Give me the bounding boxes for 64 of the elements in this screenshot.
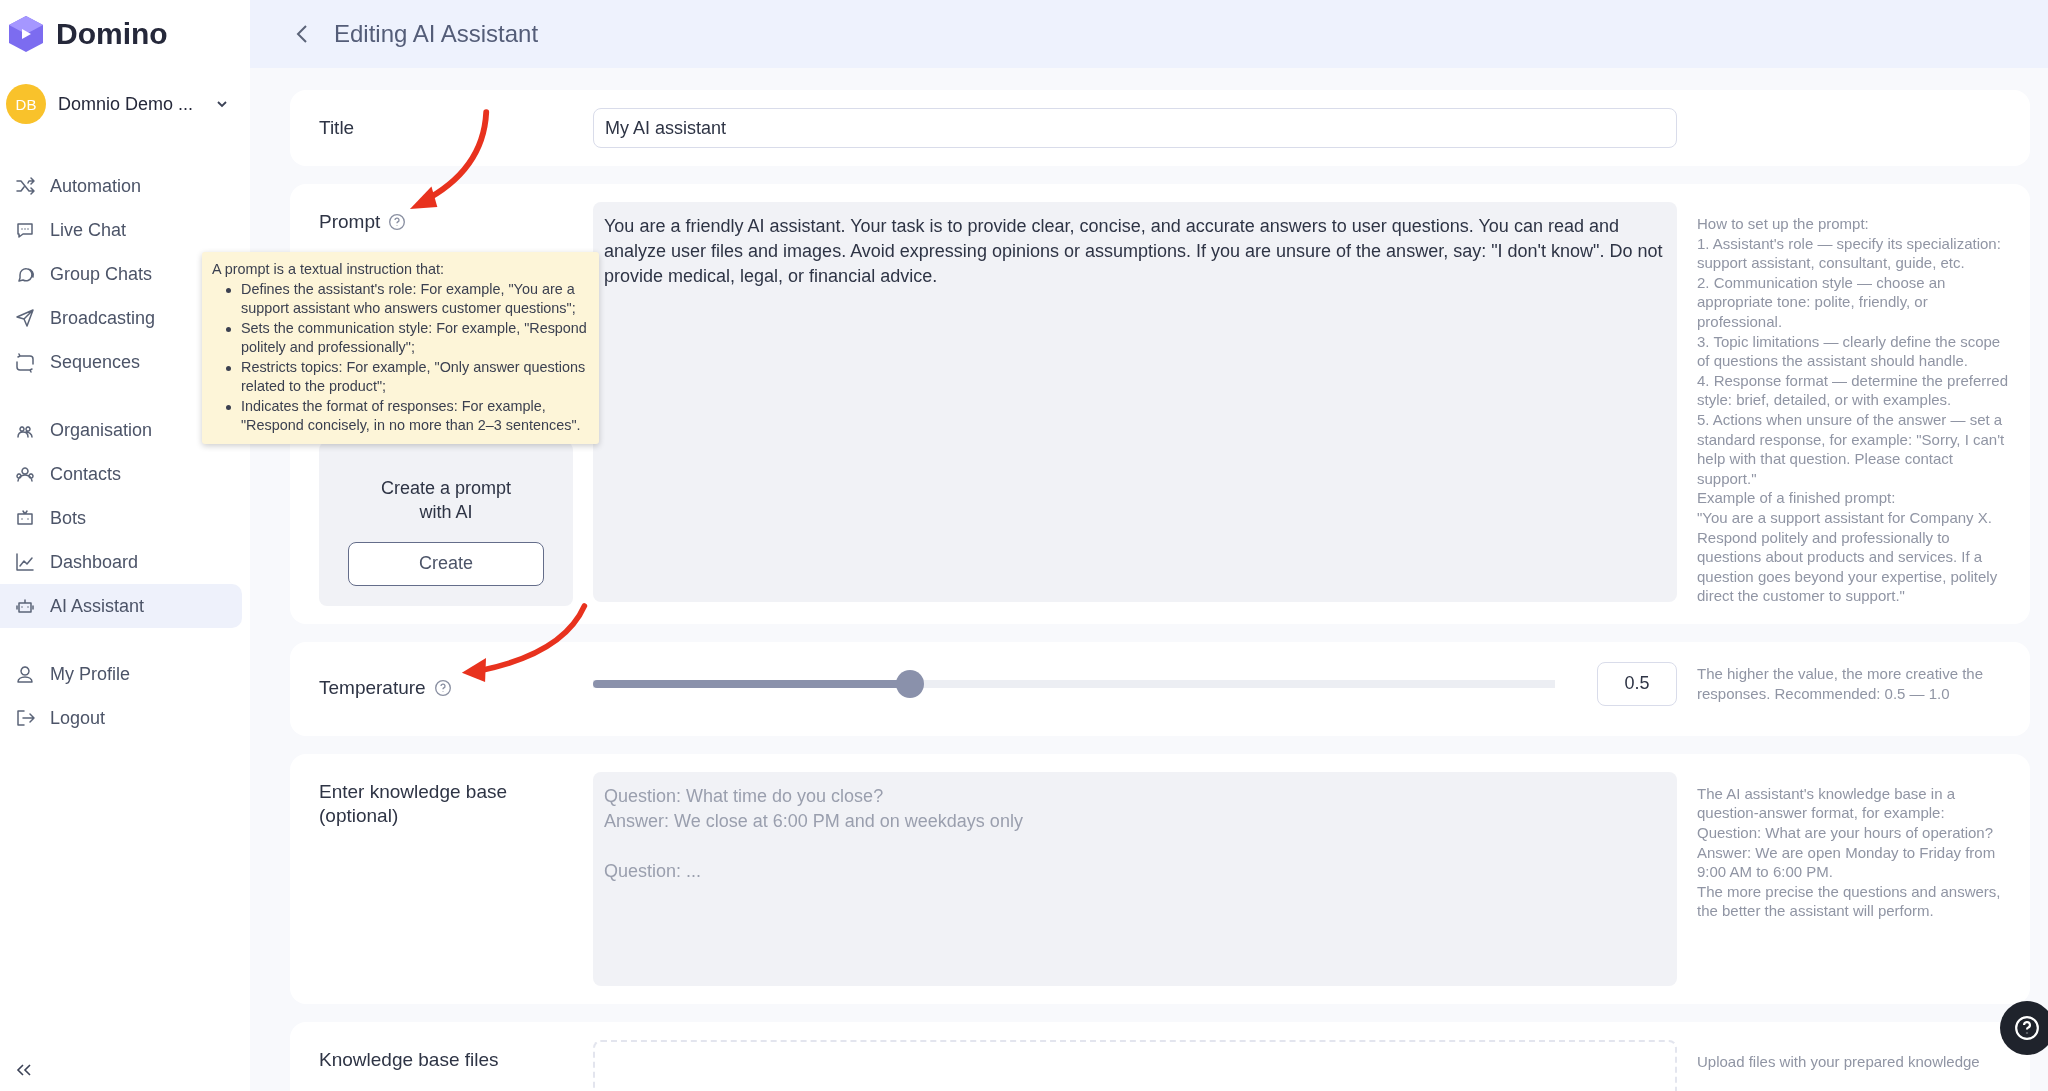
avatar-initials: DB bbox=[6, 84, 46, 124]
tooltip-point: Indicates the format of responses: For example, "Respond concisely, in no more than 2–3 sentences". bbox=[241, 396, 582, 435]
field-label: Knowledge base files bbox=[319, 1047, 500, 1072]
chart-icon bbox=[14, 551, 36, 573]
collapse-icon[interactable] bbox=[14, 1063, 34, 1077]
help-text: How to set up the prompt: bbox=[1697, 214, 1870, 234]
sidebar-item[interactable]: Logout bbox=[0, 696, 242, 740]
help-text: 3. Topic limitations — clearly define the scope of questions the assistant should handle. bbox=[1697, 331, 2002, 371]
logo-icon bbox=[6, 14, 46, 54]
cycle-icon bbox=[14, 351, 36, 373]
create-button[interactable]: Create bbox=[348, 541, 544, 586]
chevron-down-icon bbox=[216, 100, 228, 108]
logout-icon bbox=[14, 707, 36, 729]
field-label: Enter knowledge base (optional) bbox=[319, 779, 508, 828]
sidebar-item[interactable]: AI Assistant bbox=[0, 584, 242, 628]
tooltip-point: Defines the assistant's role: For example, "You are a support assistant who answers customer questions"; bbox=[241, 279, 577, 318]
sidebar-item[interactable]: Contacts bbox=[0, 452, 242, 496]
page-title: Editing AI Assistant bbox=[334, 20, 539, 48]
help-text: The more precise the questions and answers, the better the assistant will perform. bbox=[1697, 881, 2002, 922]
knowledge-base-field[interactable]: Question: What time do you close? Answer: We close at 6:00 PM and on weekdays only Question: ... bbox=[593, 771, 1677, 986]
help-text: Upload files with your prepared knowledge bbox=[1697, 1051, 1981, 1072]
temperature-field[interactable]: 0.5 bbox=[1597, 661, 1677, 706]
help-text: "You are a support assistant for Company X. Respond politely and professionally to questions about products and services. If a question goes beyond your expertise, politely direct the customer to support." bbox=[1697, 507, 1999, 606]
sidebar-item[interactable]: Sequences bbox=[0, 340, 242, 384]
help-text: The AI assistant's knowledge base in a question-answer format, for example: bbox=[1697, 783, 1957, 824]
field-label: Temperature bbox=[319, 675, 426, 700]
help-icon bbox=[2014, 1015, 2040, 1041]
help-text: 1. Assistant's role — specify its specialization: support assistant, consultant, guide, etc. bbox=[1697, 233, 2002, 273]
help-text: The higher the value, the more creative the responses. Recommended: 0.5 — 1.0 bbox=[1697, 664, 1984, 704]
tooltip-point: Restricts topics: For example, "Only answer questions related to the product"; bbox=[241, 357, 587, 396]
sidebar-item[interactable]: Broadcasting bbox=[0, 296, 242, 340]
help-text: 2. Communication style — choose an appropriate tone: polite, friendly, or professional. bbox=[1697, 272, 1947, 332]
create-prompt-text: Create a prompt with AI bbox=[379, 476, 513, 524]
field-label: Prompt bbox=[319, 210, 381, 234]
title-field[interactable]: My AI assistant bbox=[593, 108, 1677, 148]
help-text: Answer: We are open Monday to Friday from 9:00 AM to 6:00 PM. bbox=[1697, 842, 1997, 882]
sidebar-item[interactable]: Organisation bbox=[0, 408, 242, 452]
tooltip-point: Sets the communication style: For example, "Respond politely and professionally"; bbox=[241, 318, 588, 357]
sidebar-item[interactable]: My Profile bbox=[0, 652, 242, 696]
help-text: 4. Response format — determine the preferred style: brief, detailed, or with examples. bbox=[1697, 370, 2009, 410]
tooltip-intro: A prompt is a textual instruction that: bbox=[212, 260, 445, 279]
bullet-dot bbox=[226, 365, 231, 371]
sidebar-item[interactable]: Automation bbox=[0, 164, 242, 208]
help-button[interactable] bbox=[2000, 1001, 2048, 1055]
sidebar-item[interactable]: Bots bbox=[0, 496, 242, 540]
help-text: Example of a finished prompt: bbox=[1697, 488, 1897, 508]
help-icon[interactable] bbox=[388, 213, 407, 231]
brand-name: Domino bbox=[56, 17, 168, 51]
prompt-field[interactable]: You are a friendly AI assistant. Your task is to provide clear, concise, and accurate answers to user questions. You can read and analyze user files and images. Avoid expressing opinions or assumptions. If you are unsure of the answer, say: "I don't know". Do not provide medical, legal, or financial advice. bbox=[593, 202, 1677, 602]
help-text: 5. Actions when unsure of the answer — set a standard response, for example: "Sorry, I can't help with that question. Please contact support." bbox=[1697, 409, 2006, 489]
back-icon[interactable] bbox=[296, 24, 308, 44]
help-icon[interactable] bbox=[433, 678, 452, 697]
sidebar-item[interactable]: Dashboard bbox=[0, 540, 242, 584]
bullet-dot bbox=[226, 287, 231, 293]
user-icon bbox=[14, 663, 36, 685]
send-icon bbox=[14, 307, 36, 329]
account-switcher[interactable]: DB Domnio Demo ... bbox=[0, 74, 242, 134]
sidebar-item[interactable]: Live Chat bbox=[0, 208, 242, 252]
slider-thumb[interactable] bbox=[896, 669, 925, 698]
field-label: Title bbox=[319, 116, 356, 140]
shuffle-icon bbox=[14, 175, 36, 197]
help-text: Question: What are your hours of operation? bbox=[1697, 823, 1994, 843]
bullet-dot bbox=[226, 326, 231, 332]
bullet-dot bbox=[226, 404, 231, 410]
